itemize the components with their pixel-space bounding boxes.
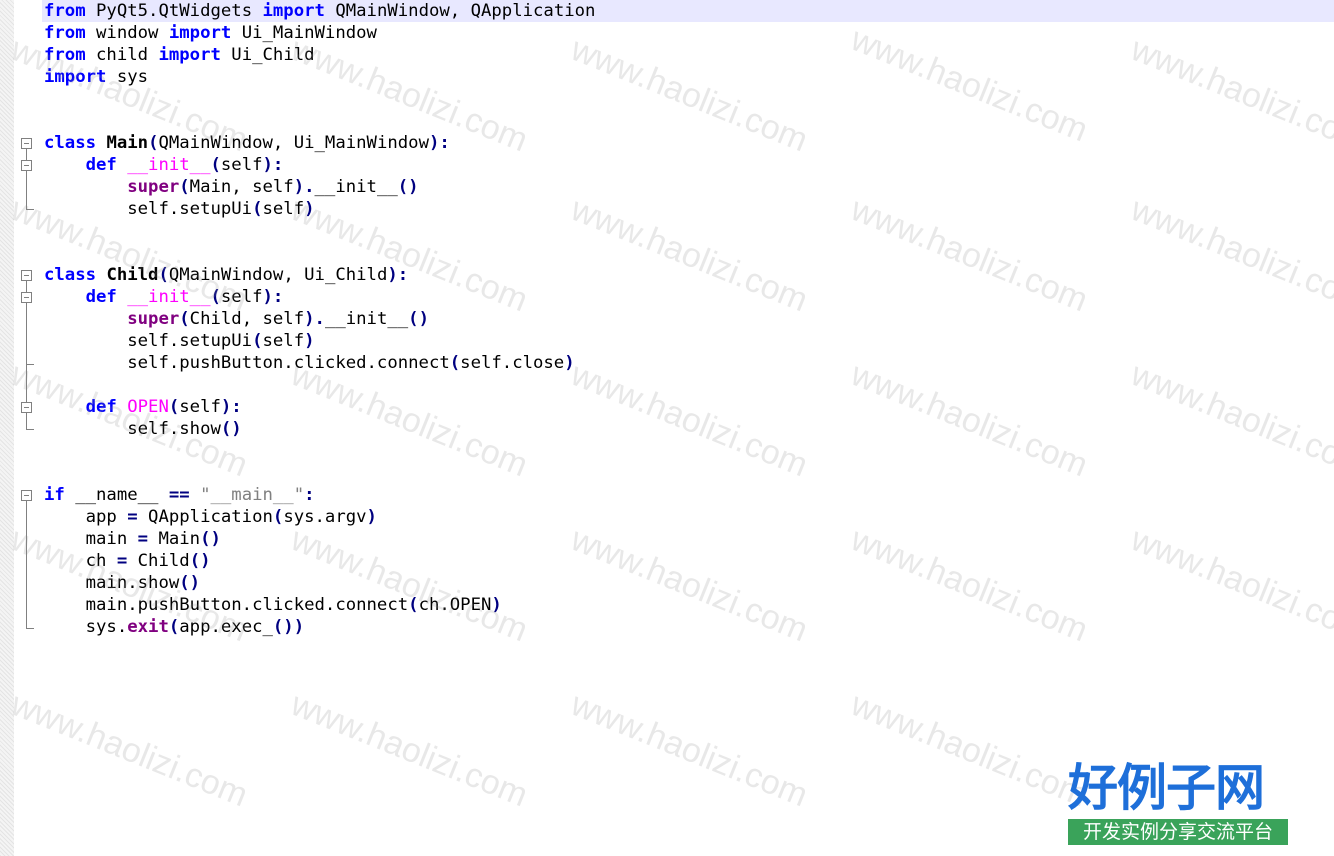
- code-line[interactable]: self.setupUi(self): [44, 330, 1334, 352]
- code-line[interactable]: if __name__ == "__main__":: [44, 484, 1334, 506]
- code-line[interactable]: sys.exit(app.exec_()): [44, 616, 1334, 638]
- code-line[interactable]: main.show(): [44, 572, 1334, 594]
- logo-tagline: 开发实例分享交流平台: [1068, 819, 1288, 845]
- code-line[interactable]: main = Main(): [44, 528, 1334, 550]
- code-editor[interactable]: from PyQt5.QtWidgets import QMainWindow,…: [0, 0, 1334, 856]
- code-line[interactable]: super(Child, self).__init__(): [44, 308, 1334, 330]
- code-line[interactable]: main.pushButton.clicked.connect(ch.OPEN): [44, 594, 1334, 616]
- code-line[interactable]: class Child(QMainWindow, Ui_Child):: [44, 264, 1334, 286]
- code-line[interactable]: def __init__(self):: [44, 286, 1334, 308]
- site-logo: 好例子网 开发实例分享交流平台: [1068, 758, 1288, 848]
- code-line[interactable]: self.show(): [44, 418, 1334, 440]
- code-line[interactable]: ch = Child(): [44, 550, 1334, 572]
- code-line[interactable]: def OPEN(self):: [44, 396, 1334, 418]
- code-line[interactable]: from PyQt5.QtWidgets import QMainWindow,…: [42, 0, 1334, 22]
- code-line[interactable]: import sys: [44, 66, 1334, 88]
- code-line[interactable]: def __init__(self):: [44, 154, 1334, 176]
- code-line[interactable]: self.setupUi(self): [44, 198, 1334, 220]
- code-line[interactable]: from child import Ui_Child: [44, 44, 1334, 66]
- code-line[interactable]: app = QApplication(sys.argv): [44, 506, 1334, 528]
- code-line[interactable]: self.pushButton.clicked.connect(self.clo…: [44, 352, 1334, 374]
- code-line[interactable]: super(Main, self).__init__(): [44, 176, 1334, 198]
- code-line[interactable]: class Main(QMainWindow, Ui_MainWindow):: [44, 132, 1334, 154]
- logo-title: 好例子网: [1068, 759, 1265, 817]
- code-line[interactable]: from window import Ui_MainWindow: [44, 22, 1334, 44]
